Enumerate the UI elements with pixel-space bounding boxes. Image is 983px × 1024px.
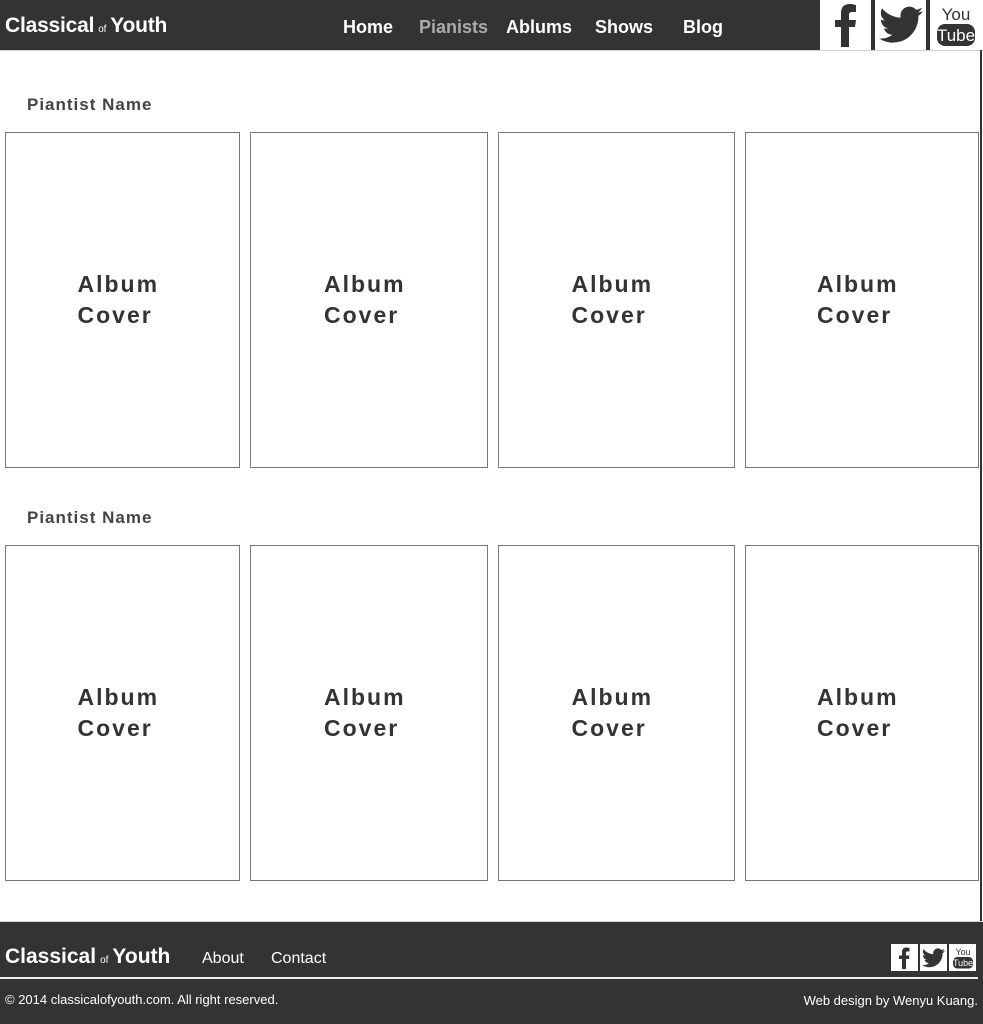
logo-connector: of bbox=[98, 24, 107, 35]
youtube-link[interactable]: You Tube bbox=[930, 0, 981, 50]
album-cover[interactable]: Album Cover bbox=[498, 545, 735, 881]
album-label-line2: Cover bbox=[571, 715, 647, 741]
nav-pianists[interactable]: Pianists bbox=[419, 17, 488, 38]
album-label-line1: Album bbox=[324, 271, 406, 297]
album-cover[interactable]: Album Cover bbox=[5, 545, 240, 881]
site-logo[interactable]: Classical of Youth bbox=[5, 14, 167, 38]
site-footer: Classical of Youth About Contact You Tube … bbox=[0, 921, 983, 1024]
nav-blog[interactable]: Blog bbox=[683, 17, 723, 38]
album-cover[interactable]: Album Cover bbox=[5, 132, 240, 468]
footer-logo[interactable]: Classical of Youth bbox=[5, 945, 170, 969]
album-cover-label: Album Cover bbox=[572, 269, 662, 331]
twitter-icon bbox=[878, 6, 923, 43]
youtube-bottom-text: Tube bbox=[953, 958, 973, 968]
youtube-icon: You Tube bbox=[953, 947, 973, 969]
album-label-line1: Album bbox=[324, 684, 406, 710]
album-label-line2: Cover bbox=[571, 302, 647, 328]
design-credit: Web design by Wenyu Kuang. bbox=[803, 993, 978, 1008]
pianist-name-heading: Piantist Name bbox=[27, 508, 153, 527]
album-label-line2: Cover bbox=[77, 302, 153, 328]
twitter-link[interactable] bbox=[875, 0, 926, 50]
footer-social-links: You Tube bbox=[891, 944, 976, 971]
youtube-top-text: You bbox=[955, 947, 970, 957]
facebook-link[interactable] bbox=[891, 944, 918, 971]
album-cover[interactable]: Album Cover bbox=[250, 132, 488, 468]
album-cover-label: Album Cover bbox=[817, 682, 907, 744]
album-label-line2: Cover bbox=[77, 715, 153, 741]
page-edge bbox=[980, 50, 982, 921]
facebook-icon bbox=[834, 4, 856, 47]
album-cover[interactable]: Album Cover bbox=[250, 545, 488, 881]
pianist-name-heading: Piantist Name bbox=[27, 95, 153, 114]
site-header: Classical of Youth Home Pianists Ablums Sh… bbox=[0, 0, 983, 51]
footer-link-about[interactable]: About bbox=[202, 950, 244, 968]
album-label-line1: Album bbox=[571, 684, 654, 710]
album-label-line1: Album bbox=[817, 684, 899, 710]
logo-primary: Classical bbox=[5, 14, 95, 37]
nav-shows[interactable]: Shows bbox=[595, 17, 653, 38]
logo-secondary: Youth bbox=[110, 14, 168, 37]
youtube-top-text: You bbox=[941, 5, 970, 24]
album-label-line1: Album bbox=[77, 684, 160, 710]
youtube-bottom-text: Tube bbox=[936, 26, 974, 45]
footer-link-contact[interactable]: Contact bbox=[271, 950, 326, 968]
album-cover-label: Album Cover bbox=[572, 682, 662, 744]
twitter-link[interactable] bbox=[920, 944, 947, 971]
youtube-link[interactable]: You Tube bbox=[949, 944, 976, 971]
logo-primary: Classical bbox=[5, 945, 97, 968]
album-cover[interactable]: Album Cover bbox=[745, 545, 979, 881]
album-cover-label: Album Cover bbox=[324, 682, 414, 744]
header-social-links: You Tube bbox=[816, 0, 983, 50]
logo-secondary: Youth bbox=[112, 945, 171, 968]
album-cover-label: Album Cover bbox=[78, 682, 168, 744]
album-cover-label: Album Cover bbox=[78, 269, 168, 331]
album-label-line1: Album bbox=[817, 271, 899, 297]
album-label-line2: Cover bbox=[817, 715, 893, 741]
footer-divider bbox=[0, 977, 978, 979]
twitter-icon bbox=[922, 947, 945, 967]
album-label-line2: Cover bbox=[817, 302, 893, 328]
album-cover-label: Album Cover bbox=[324, 269, 414, 331]
youtube-icon: You Tube bbox=[936, 5, 975, 46]
album-label-line1: Album bbox=[571, 271, 654, 297]
album-label-line2: Cover bbox=[324, 302, 400, 328]
copyright-text: © 2014 classicalofyouth.com. All right r… bbox=[5, 992, 279, 1007]
album-cover-label: Album Cover bbox=[817, 269, 907, 331]
album-label-line2: Cover bbox=[324, 715, 400, 741]
facebook-link[interactable] bbox=[820, 0, 871, 50]
album-label-line1: Album bbox=[77, 271, 160, 297]
nav-home[interactable]: Home bbox=[343, 17, 393, 38]
album-cover[interactable]: Album Cover bbox=[498, 132, 735, 468]
logo-connector: of bbox=[100, 955, 109, 966]
facebook-icon bbox=[899, 947, 910, 969]
album-cover[interactable]: Album Cover bbox=[745, 132, 979, 468]
nav-albums[interactable]: Ablums bbox=[506, 17, 572, 38]
